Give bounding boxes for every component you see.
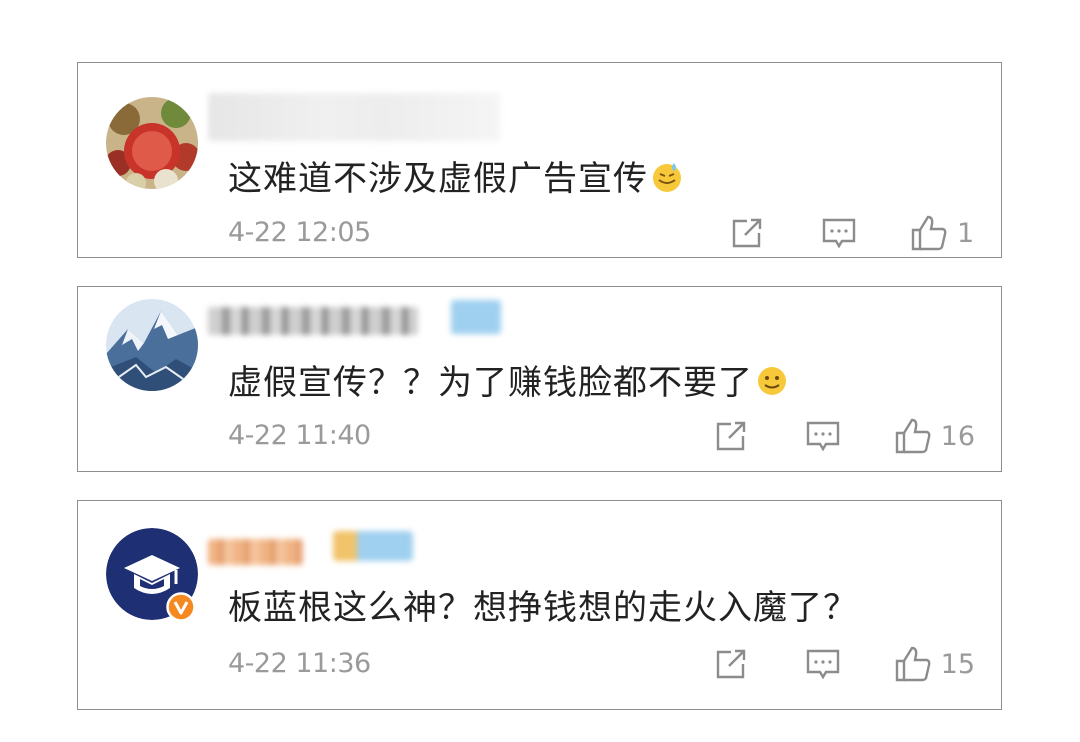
username-blurred[interactable]	[208, 93, 500, 141]
like-count: 1	[957, 217, 975, 249]
comment-timestamp: 4-22 11:36	[228, 648, 371, 679]
share-button[interactable]	[711, 644, 751, 684]
user-badge-blurred	[333, 531, 413, 561]
like-button[interactable]: 15	[893, 644, 975, 684]
thumbs-up-icon	[895, 418, 931, 454]
sweat-smile-emoji-icon	[650, 160, 684, 203]
comment-text: 虚假宣传？？为了赚钱脸都不要了	[228, 355, 789, 407]
like-count: 15	[940, 648, 975, 680]
comment-timestamp: 4-22 11:40	[228, 420, 371, 451]
comment-body: 板蓝根这么神？想挣钱想的走火入魔了？	[228, 588, 858, 628]
comment-timestamp: 4-22 12:05	[228, 217, 371, 248]
share-button[interactable]	[727, 213, 767, 253]
comment-card: 虚假宣传？？为了赚钱脸都不要了 4-22 11:40 16	[77, 286, 1002, 472]
share-icon	[716, 421, 745, 451]
smile-emoji-icon	[755, 364, 789, 407]
thumbs-up-icon	[911, 215, 947, 251]
user-badge-blurred	[451, 300, 501, 334]
avatar[interactable]	[106, 299, 198, 391]
comment-card: 板蓝根这么神？想挣钱想的走火入魔了？ 4-22 11:36 15	[77, 500, 1002, 710]
comment-actions: 16	[711, 416, 975, 456]
reply-button[interactable]	[803, 644, 843, 684]
username-blurred[interactable]	[208, 539, 303, 565]
comment-body: 这难道不涉及虚假广告宣传	[228, 159, 648, 199]
like-button[interactable]: 1	[909, 213, 975, 253]
comment-text: 这难道不涉及虚假广告宣传	[228, 151, 684, 203]
comment-icon	[806, 649, 839, 680]
comment-card: 这难道不涉及虚假广告宣传 4-22 12:05 1	[77, 62, 1002, 258]
comment-body: 虚假宣传？？为了赚钱脸都不要了	[228, 363, 753, 403]
comment-actions: 1	[727, 213, 975, 253]
username-blurred[interactable]	[208, 307, 418, 335]
comment-text: 板蓝根这么神？想挣钱想的走火入魔了？	[228, 580, 858, 629]
share-icon	[732, 218, 762, 248]
comment-icon	[822, 218, 856, 249]
avatar[interactable]	[106, 97, 198, 189]
share-icon	[716, 649, 745, 679]
reply-button[interactable]	[803, 416, 843, 456]
share-button[interactable]	[711, 416, 751, 456]
like-count: 16	[940, 420, 975, 452]
like-button[interactable]: 16	[893, 416, 975, 456]
verified-v-badge-icon	[166, 592, 196, 622]
comment-actions: 15	[711, 644, 975, 684]
thumbs-up-icon	[895, 646, 931, 682]
comment-icon	[806, 421, 839, 452]
reply-button[interactable]	[819, 213, 859, 253]
